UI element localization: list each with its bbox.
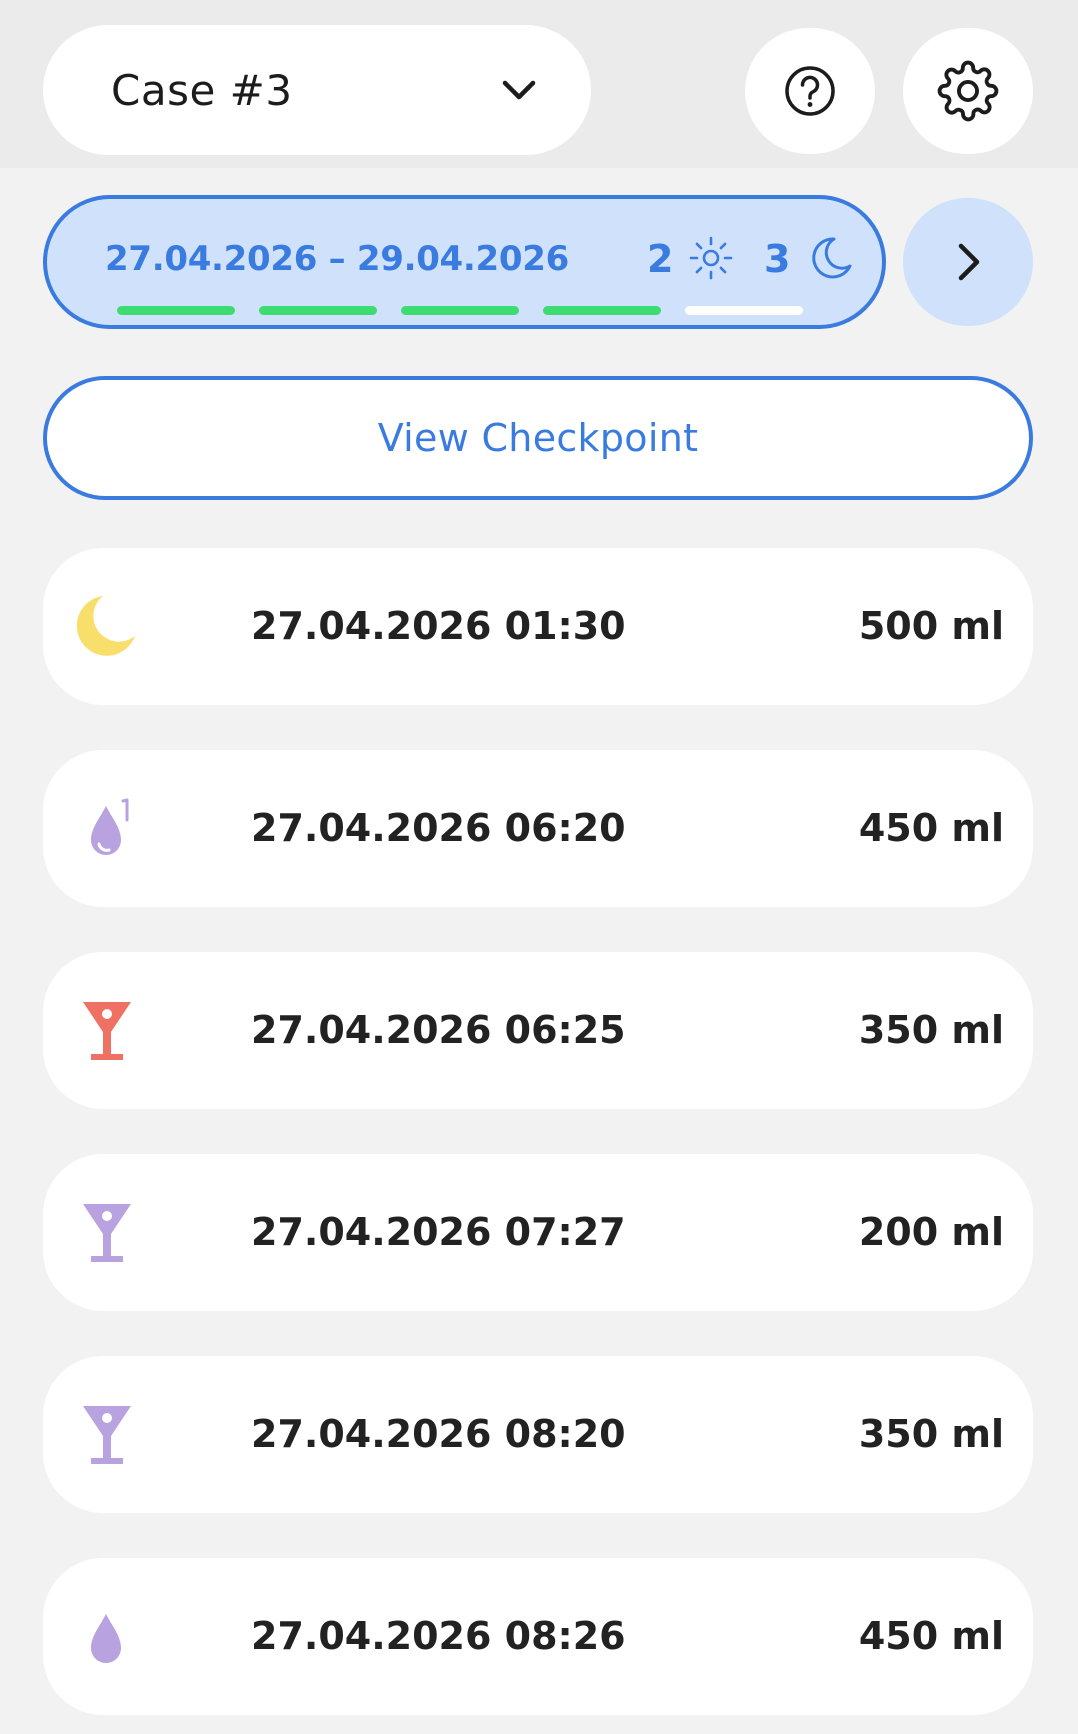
entry-volume: 350 ml	[858, 1008, 1004, 1052]
progress-segment	[685, 306, 803, 315]
sun-icon	[689, 236, 733, 280]
cocktail-glass-red-icon	[83, 1002, 131, 1060]
period-selector[interactable]: 27.04.2026 – 29.04.2026 2 3	[43, 195, 886, 329]
entry-datetime: 27.04.2026 08:20	[251, 1412, 626, 1456]
list-item[interactable]: 27.04.2026 01:30 500 ml	[43, 548, 1033, 705]
period-range: 27.04.2026 – 29.04.2026	[105, 239, 569, 279]
cocktail-glass-purple-icon	[83, 1406, 131, 1464]
entry-datetime: 27.04.2026 06:25	[251, 1008, 626, 1052]
list-item[interactable]: 27.04.2026 08:26 450 ml	[43, 1558, 1033, 1715]
drop-with-marker-icon	[91, 798, 129, 855]
progress-segment	[543, 306, 661, 315]
night-count: 3	[764, 237, 791, 281]
help-circle-icon	[785, 66, 835, 116]
moon-icon	[76, 596, 135, 656]
entry-datetime: 27.04.2026 01:30	[251, 604, 626, 648]
progress-segment	[401, 306, 519, 315]
list-item[interactable]: 27.04.2026 07:27 200 ml	[43, 1154, 1033, 1311]
progress-segment	[117, 306, 235, 315]
chevron-down-icon	[502, 80, 536, 100]
progress-segment	[259, 306, 377, 315]
list-item[interactable]: 27.04.2026 08:20 350 ml	[43, 1356, 1033, 1513]
entry-volume: 450 ml	[858, 1614, 1004, 1658]
gear-icon	[937, 60, 999, 122]
moon-outline-icon	[812, 237, 852, 279]
entry-volume: 450 ml	[858, 806, 1004, 850]
entry-volume: 200 ml	[858, 1210, 1004, 1254]
case-selector[interactable]: Case #3	[43, 25, 591, 155]
help-button[interactable]	[745, 28, 875, 154]
case-label: Case #3	[111, 65, 293, 115]
next-period-button[interactable]	[903, 198, 1033, 326]
entry-volume: 350 ml	[858, 1412, 1004, 1456]
list-item[interactable]: 27.04.2026 06:25 350 ml	[43, 952, 1033, 1109]
cocktail-glass-purple-icon	[83, 1204, 131, 1262]
entry-datetime: 27.04.2026 07:27	[251, 1210, 626, 1254]
entry-datetime: 27.04.2026 06:20	[251, 806, 626, 850]
view-checkpoint-button[interactable]: View Checkpoint	[43, 376, 1033, 500]
settings-button[interactable]	[903, 28, 1033, 154]
entry-volume: 500 ml	[858, 604, 1004, 648]
list-item[interactable]: 27.04.2026 06:20 450 ml	[43, 750, 1033, 907]
chevron-right-icon	[958, 243, 980, 281]
drop-icon	[91, 1614, 121, 1663]
entry-datetime: 27.04.2026 08:26	[251, 1614, 626, 1658]
day-count: 2	[647, 237, 674, 281]
